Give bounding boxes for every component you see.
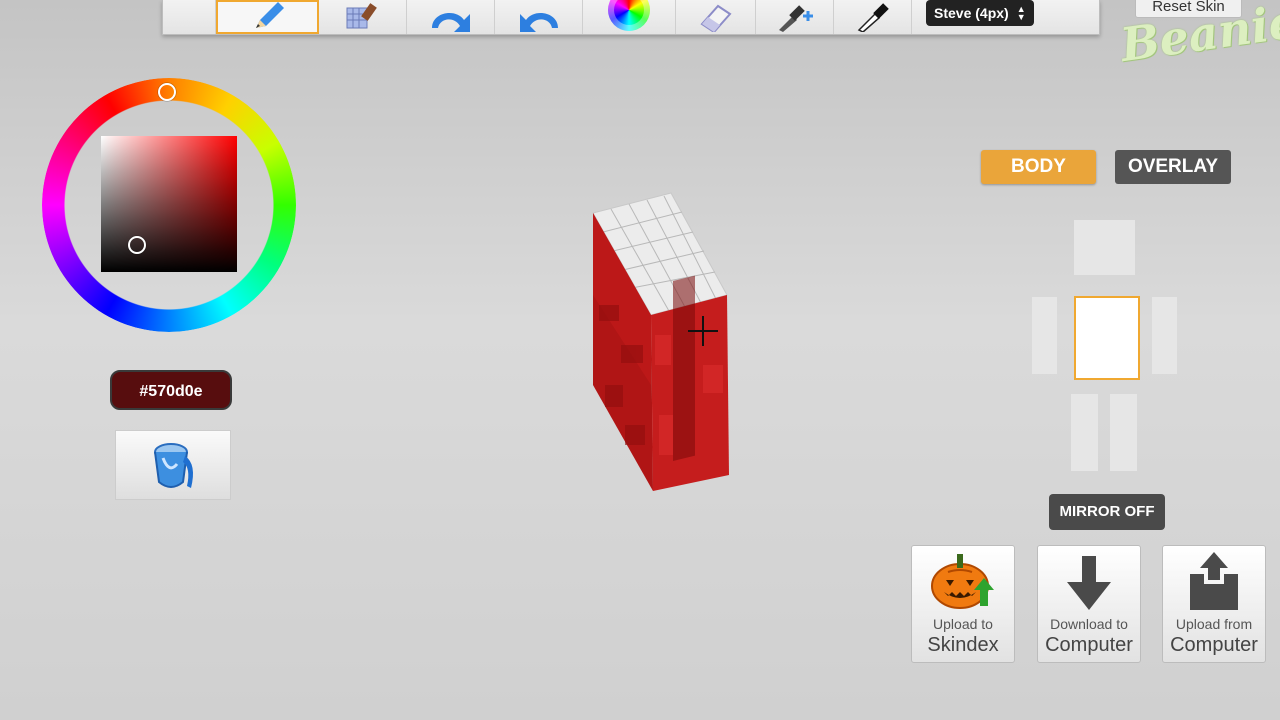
torso-3d-model[interactable] xyxy=(585,185,745,505)
pencil-icon xyxy=(255,2,284,28)
select-arrows-icon: ▲ ▼ xyxy=(1016,4,1026,22)
pumpkin-upload-icon xyxy=(912,546,1014,612)
eraser-tool-button[interactable] xyxy=(676,0,756,34)
saturation-value-square[interactable] xyxy=(101,136,237,272)
overlay-layer-button[interactable]: OVERLAY xyxy=(1115,150,1231,184)
eraser-icon xyxy=(699,4,732,32)
brush-size-value: Steve (4px) xyxy=(934,5,1009,21)
download-arrow-icon xyxy=(1038,546,1140,612)
toolbar-spacer xyxy=(163,0,216,34)
left-leg-part-selector[interactable] xyxy=(1110,394,1137,471)
eyedropper-tool-button[interactable] xyxy=(834,0,912,34)
color-wheel-icon xyxy=(608,0,650,31)
undo-button[interactable] xyxy=(407,0,495,34)
upload-to-skindex-button[interactable]: Upload to Skindex xyxy=(911,545,1015,663)
mirror-toggle-button[interactable]: MIRROR OFF xyxy=(1049,494,1165,530)
upload-box-icon xyxy=(1163,546,1265,612)
skin-3d-preview[interactable] xyxy=(585,185,745,505)
saturation-handle[interactable] xyxy=(128,236,146,254)
right-arm-part-selector[interactable] xyxy=(1032,297,1057,374)
body-layer-button[interactable]: BODY xyxy=(981,150,1096,184)
upload-skindex-line2: Skindex xyxy=(927,634,999,656)
head-part-selector[interactable] xyxy=(1074,220,1135,275)
pixel-brush-tool-button[interactable] xyxy=(319,0,407,34)
left-arm-part-selector[interactable] xyxy=(1152,297,1177,374)
color-wheel-tool-button[interactable] xyxy=(583,0,676,34)
right-leg-part-selector[interactable] xyxy=(1071,394,1098,471)
upload-from-line1: Upload from xyxy=(1175,616,1253,632)
upload-from-line2: Computer xyxy=(1170,634,1258,656)
eyedropper-plus-tool-button[interactable] xyxy=(756,0,834,34)
pencil-tool-button[interactable] xyxy=(216,0,319,34)
crosshair-cursor-icon xyxy=(688,316,718,346)
undo-icon xyxy=(431,13,470,32)
pixel-brush-icon xyxy=(346,3,377,29)
eyedropper-plus-icon xyxy=(778,5,813,32)
upload-from-computer-button[interactable]: Upload from Computer xyxy=(1162,545,1266,663)
paint-bucket-icon xyxy=(154,443,193,488)
upload-skindex-line1: Upload to xyxy=(933,616,993,632)
fill-bucket-button[interactable] xyxy=(115,430,231,500)
color-picker[interactable] xyxy=(42,78,296,332)
brush-size-select[interactable]: Steve (4px) ▲ ▼ xyxy=(926,0,1034,26)
hue-handle[interactable] xyxy=(158,83,176,101)
torso-part-selector[interactable] xyxy=(1074,296,1140,380)
redo-button[interactable] xyxy=(495,0,583,34)
download-line1: Download to xyxy=(1050,616,1128,632)
toolbar: Steve (4px) ▲ ▼ xyxy=(162,0,1100,35)
download-line2: Computer xyxy=(1045,634,1133,656)
download-to-computer-button[interactable]: Download to Computer xyxy=(1037,545,1141,663)
redo-icon xyxy=(519,13,558,32)
eyedropper-icon xyxy=(857,3,889,32)
hex-color-value[interactable]: #570d0e xyxy=(110,370,232,410)
